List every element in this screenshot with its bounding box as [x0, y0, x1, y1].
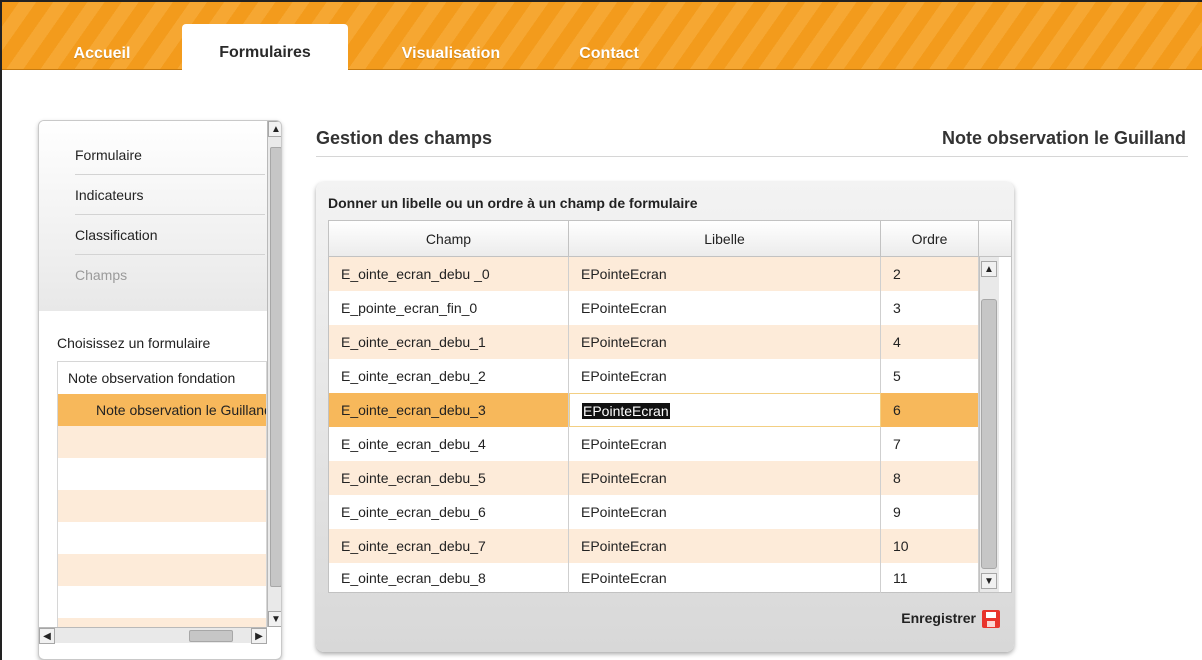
scrollbar-thumb[interactable] [189, 630, 233, 642]
scroll-right-icon[interactable]: ▶ [251, 628, 267, 644]
scrollbar-thumb[interactable] [981, 299, 997, 569]
cell-champ: E_ointe_ecran_debu_3 [329, 393, 569, 427]
cell-champ: E_ointe_ecran_debu_1 [329, 325, 569, 359]
cell-ordre[interactable]: 10 [881, 529, 979, 563]
cell-ordre[interactable]: 6 [881, 393, 979, 427]
cell-libelle[interactable]: EPointeEcran [569, 257, 881, 291]
cell-ordre[interactable]: 9 [881, 495, 979, 529]
cell-champ: E_pointe_ecran_fin_0 [329, 291, 569, 325]
fields-panel: Donner un libelle ou un ordre à un champ… [316, 182, 1014, 652]
sidebar-panel: Formulaire Indicateurs Classification Ch… [38, 120, 282, 660]
cell-ordre[interactable]: 3 [881, 291, 979, 325]
sidebar-item-champs: Champs [75, 267, 128, 283]
table-row[interactable]: E_pointe_ecran_fin_0 EPointeEcran 3 [329, 291, 979, 325]
sidebar-item-formulaire[interactable]: Formulaire [75, 135, 265, 175]
table-row[interactable]: E_ointe_ecran_debu_8 EPointeEcran 11 [329, 563, 979, 593]
sidebar-horizontal-scrollbar[interactable]: ◀ ▶ [39, 627, 267, 644]
tab-formulaires[interactable]: Formulaires [182, 24, 348, 71]
form-list-empty-row [58, 426, 266, 458]
cell-champ: E_ointe_ecran_debu_4 [329, 427, 569, 461]
cell-ordre[interactable]: 11 [881, 563, 979, 593]
cell-libelle[interactable]: EPointeEcran [569, 461, 881, 495]
table-row[interactable]: E_ointe_ecran_debu _0 EPointeEcran 2 [329, 257, 979, 291]
table-row[interactable]: E_ointe_ecran_debu_1 EPointeEcran 4 [329, 325, 979, 359]
cell-libelle[interactable]: EPointeEcran [569, 427, 881, 461]
sidebar-item-classification[interactable]: Classification [75, 215, 265, 255]
scroll-left-icon[interactable]: ◀ [39, 628, 55, 644]
save-button[interactable]: Enregistrer [901, 607, 1000, 629]
cell-libelle[interactable]: EPointeEcran [569, 291, 881, 325]
cell-champ: E_ointe_ecran_debu_8 [329, 563, 569, 593]
form-list: Note observation fondation Note observat… [57, 361, 267, 641]
form-name-heading: Note observation le Guilland [941, 128, 1186, 148]
form-list-empty-row [58, 554, 266, 586]
scroll-up-icon[interactable]: ▲ [268, 121, 281, 137]
scroll-down-icon[interactable]: ▼ [268, 611, 281, 627]
save-button-label: Enregistrer [901, 610, 976, 626]
cell-libelle[interactable]: EPointeEcran [569, 563, 881, 593]
table-row[interactable]: E_ointe_ecran_debu_4 EPointeEcran 7 [329, 427, 979, 461]
form-list-empty-row [58, 522, 266, 554]
column-header-champ[interactable]: Champ [329, 221, 569, 257]
tab-visualisation[interactable]: Visualisation [376, 38, 526, 70]
sidebar-vertical-scrollbar[interactable]: ▲ ▼ [267, 121, 281, 627]
fields-grid: Champ Libelle Ordre E_ointe_ecran_debu _… [328, 220, 1012, 593]
table-row-selected[interactable]: E_ointe_ecran_debu_3 EPointeEcran 6 [329, 393, 979, 427]
choose-form-label: Choisissez un formulaire [57, 335, 211, 351]
page-title: Gestion des champs [316, 128, 493, 148]
table-row[interactable]: E_ointe_ecran_debu_7 EPointeEcran 10 [329, 529, 979, 563]
scroll-up-icon[interactable]: ▲ [981, 261, 997, 277]
table-row[interactable]: E_ointe_ecran_debu_5 EPointeEcran 8 [329, 461, 979, 495]
form-list-item-selected[interactable]: Note observation le Guilland [58, 394, 266, 426]
cell-champ: E_ointe_ecran_debu_2 [329, 359, 569, 393]
scrollbar-thumb[interactable] [270, 147, 281, 587]
floppy-disk-icon [982, 610, 1000, 629]
sidebar-item-indicateurs[interactable]: Indicateurs [75, 175, 265, 215]
cell-ordre[interactable]: 5 [881, 359, 979, 393]
cell-libelle[interactable]: EPointeEcran [569, 359, 881, 393]
table-row[interactable]: E_ointe_ecran_debu_2 EPointeEcran 5 [329, 359, 979, 393]
table-row[interactable]: E_ointe_ecran_debu_6 EPointeEcran 9 [329, 495, 979, 529]
form-list-empty-row [58, 458, 266, 490]
tab-accueil[interactable]: Accueil [54, 38, 150, 70]
cell-ordre[interactable]: 7 [881, 427, 979, 461]
cell-libelle[interactable]: EPointeEcran [569, 529, 881, 563]
scroll-down-icon[interactable]: ▼ [981, 573, 997, 589]
cell-libelle[interactable]: EPointeEcran [569, 495, 881, 529]
grid-header: Champ Libelle Ordre [329, 221, 1011, 257]
cell-ordre[interactable]: 4 [881, 325, 979, 359]
heading-divider [316, 156, 1188, 157]
panel-title: Donner un libelle ou un ordre à un champ… [328, 195, 698, 211]
form-list-empty-row [58, 586, 266, 618]
cell-libelle-editor[interactable]: EPointeEcran [569, 393, 881, 427]
cell-libelle[interactable]: EPointeEcran [569, 325, 881, 359]
column-header-libelle[interactable]: Libelle [569, 221, 881, 257]
cell-champ: E_ointe_ecran_debu_6 [329, 495, 569, 529]
form-list-empty-row [58, 490, 266, 522]
grid-vertical-scrollbar[interactable]: ▲ ▼ [979, 257, 999, 592]
cell-champ: E_ointe_ecran_debu_7 [329, 529, 569, 563]
cell-champ: E_ointe_ecran_debu_5 [329, 461, 569, 495]
column-header-ordre[interactable]: Ordre [881, 221, 979, 257]
cell-champ: E_ointe_ecran_debu _0 [329, 257, 569, 291]
top-nav-bar: Accueil Formulaires Visualisation Contac… [2, 2, 1202, 71]
cell-ordre[interactable]: 2 [881, 257, 979, 291]
form-list-item[interactable]: Note observation fondation [58, 362, 266, 394]
cell-libelle-edit-text[interactable]: EPointeEcran [582, 403, 670, 419]
cell-ordre[interactable]: 8 [881, 461, 979, 495]
tab-contact[interactable]: Contact [564, 38, 654, 70]
